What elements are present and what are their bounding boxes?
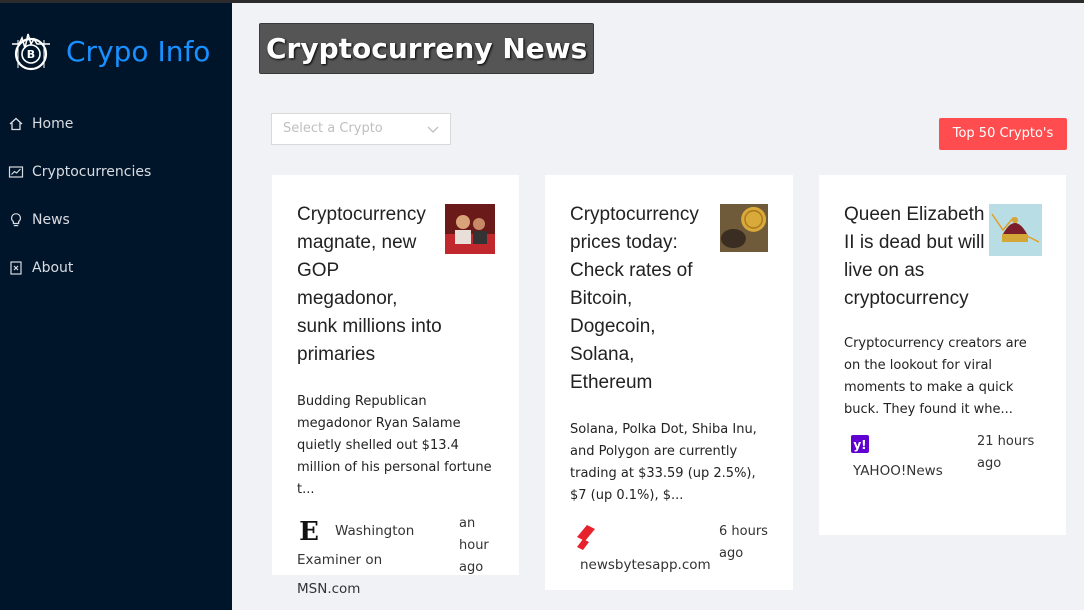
news-card-header: Queen Elizabeth II is dead but will live… [844, 201, 1042, 313]
news-title[interactable]: Cryptocurrency magnate, new GOP megadono… [297, 201, 442, 369]
crypto-select-placeholder: Select a Crypto [283, 121, 383, 136]
page-title: Cryptocurreny News [259, 23, 595, 74]
svg-text:E: E [299, 517, 319, 545]
fund-icon [8, 166, 24, 178]
crypto-logo-icon: B [12, 33, 50, 71]
news-time: 6 hours ago [719, 524, 768, 561]
news-thumbnail [720, 204, 768, 252]
window-top-border [0, 0, 1084, 3]
news-provider: E Washington Examiner on MSN.com an hour… [297, 516, 495, 604]
news-provider: y! YAHOO!News 21 hours ago [844, 434, 1042, 481]
provider-name: newsbytesapp.com [580, 557, 711, 573]
sidebar-menu: Home Cryptocurrencies News About [0, 100, 232, 292]
newsbytes-logo-icon [577, 525, 595, 550]
news-thumbnail [445, 204, 495, 254]
yahoo-news-logo-icon: y! [851, 435, 869, 453]
sidebar-item-label: Home [32, 116, 74, 132]
sidebar-item-cryptocurrencies[interactable]: Cryptocurrencies [0, 148, 232, 196]
news-description: Budding Republican megadonor Ryan Salame… [297, 394, 492, 497]
sidebar-item-label: Cryptocurrencies [32, 164, 152, 180]
provider-name: YAHOO!News [853, 463, 943, 479]
home-icon [9, 117, 23, 131]
news-card-header: Cryptocurrency prices today: Check rates… [570, 201, 769, 397]
news-time: an hour ago [459, 516, 489, 575]
svg-text:B: B [27, 48, 35, 61]
svg-text:y!: y! [853, 438, 866, 452]
about-icon [10, 261, 22, 275]
washington-examiner-logo-icon: E [299, 517, 319, 545]
news-provider: newsbytesapp.com 6 hours ago [570, 523, 769, 575]
news-time: 21 hours ago [977, 434, 1035, 471]
bulb-icon [11, 213, 21, 227]
news-title[interactable]: Queen Elizabeth II is dead but will live… [844, 201, 989, 313]
news-description: Solana, Polka Dot, Shiba Inu, and Polygo… [570, 422, 757, 503]
news-thumbnail [989, 204, 1042, 256]
sidebar-item-about[interactable]: About [0, 244, 232, 292]
sidebar-item-news[interactable]: News [0, 196, 232, 244]
app-title[interactable]: Crypo Info [66, 35, 210, 68]
crypto-select[interactable]: Select a Crypto [271, 113, 451, 145]
sidebar-item-home[interactable]: Home [0, 100, 232, 148]
sidebar-item-label: News [32, 212, 70, 228]
app-logo[interactable]: B Crypo Info [10, 30, 210, 72]
news-card[interactable]: Cryptocurrency prices today: Check rates… [545, 175, 793, 590]
sidebar-item-label: About [32, 260, 74, 276]
sidebar: B Crypo Info Home Cryptocurrencies News … [0, 0, 232, 610]
news-card-header: Cryptocurrency magnate, new GOP megadono… [297, 201, 495, 369]
top-50-cryptos-button[interactable]: Top 50 Crypto's [939, 118, 1067, 150]
news-description: Cryptocurrency creators are on the looko… [844, 336, 1027, 417]
chevron-down-icon [427, 126, 439, 133]
news-card[interactable]: Cryptocurrency magnate, new GOP megadono… [272, 175, 519, 597]
news-card[interactable]: Queen Elizabeth II is dead but will live… [819, 175, 1066, 535]
news-title[interactable]: Cryptocurrency prices today: Check rates… [570, 201, 715, 397]
main-content: Cryptocurreny News Select a Crypto Top 5… [232, 3, 1084, 610]
